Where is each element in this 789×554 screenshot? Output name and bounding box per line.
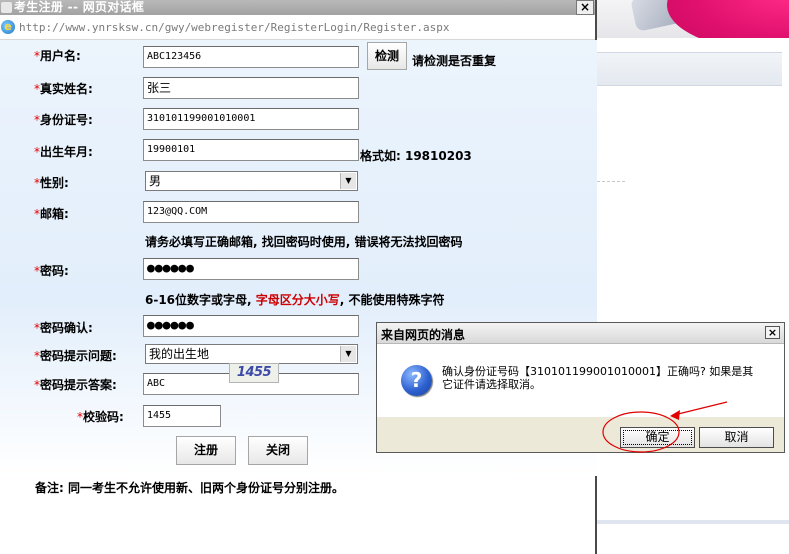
chevron-down-icon[interactable]: ▼	[340, 346, 356, 362]
background-divider	[597, 181, 625, 182]
pw-answer-label: *密码提示答案:	[34, 376, 117, 393]
close-button[interactable]: 关闭	[248, 436, 308, 465]
background-footer-line	[597, 520, 789, 524]
background-nav-bar	[597, 52, 782, 86]
idnumber-label: *身份证号:	[34, 111, 93, 128]
dialog-close-button[interactable]: ×	[576, 0, 594, 15]
background-banner	[597, 0, 789, 38]
focus-ring	[623, 430, 692, 445]
dialog-title-bar[interactable]: 考生注册 -- 网页对话框 ×	[0, 0, 595, 15]
password-confirm-input[interactable]: ●●●●●●	[143, 315, 359, 337]
birth-label: *出生年月:	[34, 143, 93, 160]
register-dialog: 考生注册 -- 网页对话框 × e http://www.ynrsksw.cn/…	[0, 0, 597, 554]
message-title-bar[interactable]: 来自网页的消息 ×	[377, 323, 784, 344]
message-close-button[interactable]: ×	[765, 326, 780, 339]
pw-question-label-text: 密码提示问题:	[40, 349, 117, 363]
footnote: 备注: 同一考生不允许使用新、旧两个身份证号分别注册。	[35, 481, 344, 495]
realname-input[interactable]: 张三	[143, 77, 359, 99]
password-note-prefix: 6-16位数字或字母,	[145, 293, 256, 307]
idnumber-label-text: 身份证号:	[40, 113, 93, 127]
captcha-image[interactable]: 1455	[229, 363, 279, 383]
window-icon	[1, 2, 12, 13]
password-label-text: 密码:	[40, 264, 69, 278]
cancel-button[interactable]: 取消	[699, 427, 774, 448]
gender-label-text: 性别:	[40, 176, 69, 190]
idnumber-input[interactable]: 310101199001010001	[143, 108, 359, 130]
pw-question-select[interactable]: 我的出生地 ▼	[145, 344, 358, 364]
password-note-suffix: , 不能使用特殊字符	[339, 293, 445, 307]
username-label: *用户名:	[34, 47, 81, 64]
captcha-input[interactable]: 1455	[143, 405, 221, 427]
password-note-case: 字母区分大小写	[255, 293, 340, 307]
email-label: *邮箱:	[34, 205, 69, 222]
realname-label-text: 真实姓名:	[40, 82, 93, 96]
gender-label: *性别:	[34, 174, 69, 191]
check-username-button[interactable]: 检测	[367, 42, 407, 70]
gender-select[interactable]: 男 ▼	[145, 171, 358, 191]
register-form: *用户名: ABC123456 检测 请检测是否重复 *真实姓名: 张三 *身份…	[0, 40, 597, 554]
banner-swoosh	[667, 0, 789, 38]
password-label: *密码:	[34, 262, 69, 279]
username-note: 请检测是否重复	[412, 54, 497, 68]
password-confirm-label-text: 密码确认:	[40, 321, 93, 335]
cancel-button-label: 取消	[724, 430, 749, 444]
captcha-label: *校验码:	[77, 408, 124, 425]
birth-label-text: 出生年月:	[40, 145, 93, 159]
email-input[interactable]: 123@QQ.COM	[143, 201, 359, 223]
address-url: http://www.ynrsksw.cn/gwy/webregister/Re…	[19, 21, 450, 34]
captcha-label-text: 校验码:	[83, 410, 124, 424]
email-note: 请务必填写正确邮箱, 找回密码时使用, 错误将无法找回密码	[145, 235, 463, 249]
register-button[interactable]: 注册	[176, 436, 236, 465]
password-input[interactable]: ●●●●●●	[143, 258, 359, 280]
pw-question-label: *密码提示问题:	[34, 347, 117, 364]
confirm-message-box: 来自网页的消息 × ? 确认身份证号码【310101199001010001】正…	[376, 322, 785, 453]
message-title: 来自网页的消息	[381, 328, 466, 342]
chevron-down-icon[interactable]: ▼	[340, 173, 356, 189]
email-label-text: 邮箱:	[40, 207, 69, 221]
ok-button[interactable]: 确定	[620, 427, 695, 448]
question-icon: ?	[401, 365, 432, 396]
username-label-text: 用户名:	[40, 49, 81, 63]
message-text: 确认身份证号码【310101199001010001】正确吗? 如果是其它证件请…	[442, 365, 754, 391]
background-page	[597, 0, 789, 554]
ie-icon: e	[1, 20, 15, 34]
username-input[interactable]: ABC123456	[143, 46, 359, 68]
birth-input[interactable]: 19900101	[143, 139, 359, 161]
address-bar: e http://www.ynrsksw.cn/gwy/webregister/…	[0, 17, 595, 40]
realname-label: *真实姓名:	[34, 80, 93, 97]
pw-answer-label-text: 密码提示答案:	[40, 378, 117, 392]
gender-selected: 男	[149, 174, 162, 188]
dialog-title: 考生注册 -- 网页对话框	[14, 0, 145, 14]
password-confirm-label: *密码确认:	[34, 319, 93, 336]
pw-question-selected: 我的出生地	[149, 347, 210, 361]
birth-format-note: 格式如: 19810203	[360, 149, 472, 163]
password-note: 6-16位数字或字母, 字母区分大小写, 不能使用特殊字符	[145, 291, 445, 308]
